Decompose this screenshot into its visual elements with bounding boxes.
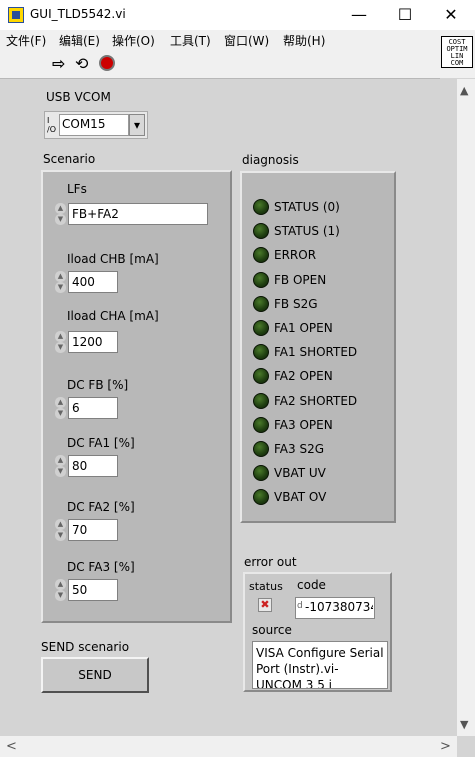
lfs-spinner-icon[interactable]: ▲ ▼ bbox=[55, 203, 66, 225]
dc-fb-spinner-icon[interactable]: ▲ ▼ bbox=[55, 397, 66, 419]
menu-window[interactable]: 窗口(W) bbox=[224, 32, 269, 49]
diagnosis-led-icon bbox=[253, 465, 269, 481]
send-button[interactable]: SEND bbox=[41, 657, 149, 693]
iload-cha-input[interactable]: 1200 bbox=[68, 331, 118, 353]
error-status-indicator-icon: ✖ bbox=[258, 598, 272, 612]
dc-fa1-input[interactable]: 80 bbox=[68, 455, 118, 477]
dc-fb-label: DC FB [%] bbox=[67, 378, 129, 392]
iload-cha-label: Iload CHA [mA] bbox=[67, 309, 159, 323]
iload-chb-label: Iload CHB [mA] bbox=[67, 252, 159, 266]
window-title: GUI_TLD5542.vi bbox=[30, 7, 126, 21]
menu-help[interactable]: 帮助(H) bbox=[283, 32, 325, 49]
diagnosis-led-icon bbox=[253, 247, 269, 263]
vi-icon-text-4: COM bbox=[450, 59, 464, 67]
diagnosis-led-label: FA3 S2G bbox=[274, 442, 325, 456]
vertical-scrollbar[interactable] bbox=[457, 79, 475, 736]
error-code-value: -107380734 bbox=[305, 600, 373, 614]
menu-edit[interactable]: 编辑(E) bbox=[59, 32, 100, 49]
iload-cha-spinner-icon[interactable]: ▲ ▼ bbox=[55, 331, 66, 353]
dc-fa2-input[interactable]: 70 bbox=[68, 519, 118, 541]
diagnosis-led-icon bbox=[253, 417, 269, 433]
horizontal-scrollbar[interactable] bbox=[0, 736, 457, 757]
diagnosis-led-icon bbox=[253, 320, 269, 336]
maximize-button[interactable]: ☐ bbox=[382, 0, 428, 30]
iload-chb-spinner-icon[interactable]: ▲ ▼ bbox=[55, 271, 66, 293]
diagnosis-led-label: FB S2G bbox=[274, 297, 318, 311]
menu-operate[interactable]: 操作(O) bbox=[112, 32, 155, 49]
lfs-label: LFs bbox=[67, 182, 87, 196]
error-code-prefix: d bbox=[297, 601, 303, 611]
diagnosis-led-label: FA3 OPEN bbox=[274, 418, 333, 432]
abort-execution-icon[interactable] bbox=[99, 55, 115, 71]
usb-vcom-value[interactable]: COM15 bbox=[59, 114, 129, 136]
toolbar bbox=[0, 50, 440, 79]
dropdown-arrow-icon[interactable]: ▾ bbox=[129, 114, 145, 136]
diagnosis-led-icon bbox=[253, 441, 269, 457]
run-arrow-icon[interactable]: ⇨ bbox=[52, 54, 65, 73]
diagnosis-led-icon bbox=[253, 344, 269, 360]
dc-fa3-spinner-icon[interactable]: ▲ ▼ bbox=[55, 579, 66, 601]
dc-fa2-spinner-icon[interactable]: ▲ ▼ bbox=[55, 519, 66, 541]
diagnosis-led-label: VBAT OV bbox=[274, 490, 327, 504]
send-scenario-label: SEND scenario bbox=[41, 640, 130, 654]
dc-fa1-label: DC FA1 [%] bbox=[67, 436, 135, 450]
io-icon: I/O bbox=[47, 116, 56, 134]
diagnosis-led-icon bbox=[253, 393, 269, 409]
lfs-input[interactable]: FB+FA2 bbox=[68, 203, 208, 225]
menu-tools[interactable]: 工具(T) bbox=[170, 32, 211, 49]
dc-fa1-spinner-icon[interactable]: ▲ ▼ bbox=[55, 455, 66, 477]
diagnosis-led-label: STATUS (1) bbox=[274, 224, 340, 238]
iload-chb-input[interactable]: 400 bbox=[68, 271, 118, 293]
diagnosis-led-label: FA2 SHORTED bbox=[274, 394, 358, 408]
error-out-label: error out bbox=[244, 555, 297, 569]
error-status-label: status bbox=[249, 580, 283, 593]
menu-file[interactable]: 文件(F) bbox=[6, 32, 46, 49]
dc-fa3-label: DC FA3 [%] bbox=[67, 560, 135, 574]
diagnosis-led-icon bbox=[253, 368, 269, 384]
run-continuously-icon[interactable]: ⟲ bbox=[75, 54, 88, 73]
title-bar: GUI_TLD5542.vi — ☐ ✕ bbox=[0, 0, 475, 30]
dc-fa2-label: DC FA2 [%] bbox=[67, 500, 135, 514]
scroll-down-icon[interactable]: ▼ bbox=[460, 718, 468, 731]
error-code-label: code bbox=[297, 578, 326, 592]
usb-vcom-label: USB VCOM bbox=[46, 90, 111, 104]
dc-fa3-input[interactable]: 50 bbox=[68, 579, 118, 601]
scenario-label: Scenario bbox=[43, 152, 96, 166]
diagnosis-led-label: FA1 OPEN bbox=[274, 321, 333, 335]
diagnosis-led-label: ERROR bbox=[274, 248, 317, 262]
diagnosis-led-icon bbox=[253, 296, 269, 312]
diagnosis-led-label: VBAT UV bbox=[274, 466, 326, 480]
diagnosis-led-icon bbox=[253, 489, 269, 505]
error-source-label: source bbox=[252, 623, 292, 637]
diagnosis-led-label: STATUS (0) bbox=[274, 200, 340, 214]
scroll-right-icon[interactable]: > bbox=[440, 739, 451, 754]
scroll-left-icon[interactable]: < bbox=[6, 739, 17, 754]
diagnosis-led-label: FA1 SHORTED bbox=[274, 345, 358, 359]
error-source-text: VISA Configure Serial Port (Instr).vi- U… bbox=[252, 641, 388, 689]
diagnosis-led-icon bbox=[253, 199, 269, 215]
diagnosis-led-label: FA2 OPEN bbox=[274, 369, 333, 383]
scroll-up-icon[interactable]: ▲ bbox=[460, 84, 468, 97]
labview-app-icon bbox=[8, 7, 24, 23]
close-button[interactable]: ✕ bbox=[428, 0, 474, 30]
dc-fb-input[interactable]: 6 bbox=[68, 397, 118, 419]
diagnosis-led-label: FB OPEN bbox=[274, 273, 327, 287]
minimize-button[interactable]: — bbox=[336, 0, 382, 30]
diagnosis-led-icon bbox=[253, 272, 269, 288]
vi-icon: COST OPTIM LIN COM bbox=[441, 36, 473, 68]
diagnosis-label: diagnosis bbox=[242, 153, 299, 167]
diagnosis-led-icon bbox=[253, 223, 269, 239]
